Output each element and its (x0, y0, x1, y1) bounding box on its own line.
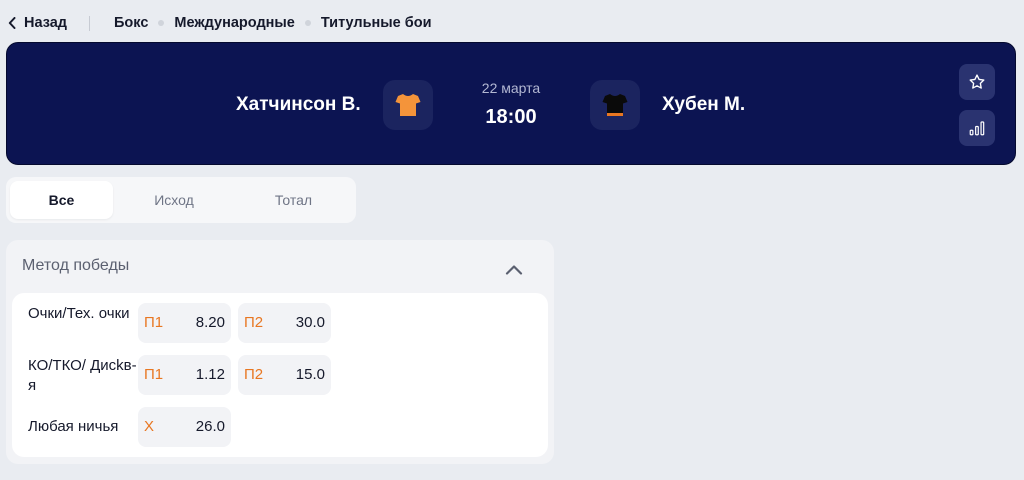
match-time: 18:00 (485, 106, 537, 128)
match-date: 22 марта (481, 80, 541, 96)
tab-all[interactable]: Все (10, 181, 113, 219)
breadcrumb: Назад Бокс Международные Титульные бои (8, 13, 432, 33)
statistics-button[interactable] (959, 110, 995, 146)
odd-button-p1[interactable]: П1 8.20 (138, 303, 231, 343)
breadcrumb-dot (304, 20, 311, 26)
collapse-button[interactable] (502, 258, 526, 282)
chevron-up-icon (505, 265, 523, 275)
stats-bars-icon (969, 121, 985, 136)
breadcrumb-item-boxing[interactable]: Бокс (114, 15, 148, 31)
breadcrumb-dot (158, 20, 165, 26)
tab-total[interactable]: Тотал (235, 181, 352, 219)
row-label: Очки/Тех. очки (28, 305, 130, 322)
odd-name: П2 (244, 314, 264, 331)
market-row: Очки/Тех. очки П1 8.20 П2 30.0 (12, 301, 548, 345)
odd-value: 1.12 (195, 366, 225, 383)
odd-value: 8.20 (195, 314, 225, 331)
back-label: Назад (24, 15, 67, 31)
breadcrumb-item-international[interactable]: Международные (174, 15, 294, 31)
odd-button-p2[interactable]: П2 15.0 (238, 355, 331, 395)
away-team-jersey (590, 80, 640, 130)
market-row: Любая ничья Х 26.0 (12, 405, 548, 449)
row-label: Любая ничья (28, 418, 119, 435)
chevron-left-icon (8, 17, 16, 29)
odd-button-p2[interactable]: П2 30.0 (238, 303, 331, 343)
shirt-icon (395, 94, 421, 116)
row-label: КО/ТКО/ Дисkв-я (28, 357, 137, 394)
market-method-of-victory: Метод победы Очки/Тех. очки П1 8.20 П2 3… (6, 240, 554, 464)
tab-outcome[interactable]: Исход (113, 181, 235, 219)
star-icon (969, 74, 985, 89)
shirt-icon (602, 94, 628, 116)
odd-name: Х (144, 418, 155, 435)
page: Назад Бокс Международные Титульные бои Х… (0, 0, 1024, 480)
market-row: КО/ТКО/ Дисkв-я П1 1.12 П2 15.0 (12, 353, 548, 397)
odd-button-draw[interactable]: Х 26.0 (138, 407, 231, 447)
market-tabs: Все Исход Тотал (6, 177, 356, 223)
odd-value: 15.0 (295, 366, 325, 383)
home-team-name: Хатчинсон В. (236, 94, 361, 115)
away-team-name: Хубен М. (662, 94, 746, 115)
back-button[interactable]: Назад (8, 15, 67, 31)
odd-value: 26.0 (195, 418, 225, 435)
breadcrumb-divider (89, 15, 90, 31)
home-team-jersey (383, 80, 433, 130)
odd-name: П1 (144, 366, 164, 383)
odd-value: 30.0 (295, 314, 325, 331)
odd-button-p1[interactable]: П1 1.12 (138, 355, 231, 395)
market-body: Очки/Тех. очки П1 8.20 П2 30.0 КО/ТКО/ Д… (12, 293, 548, 457)
breadcrumb-item-title-fights[interactable]: Титульные бои (321, 15, 432, 31)
favorite-button[interactable] (959, 64, 995, 100)
odd-name: П1 (144, 314, 164, 331)
market-title: Метод победы (22, 257, 130, 274)
event-header: Хатчинсон В. 22 марта 18:00 Хубен М. (6, 42, 1016, 165)
odd-name: П2 (244, 366, 264, 383)
